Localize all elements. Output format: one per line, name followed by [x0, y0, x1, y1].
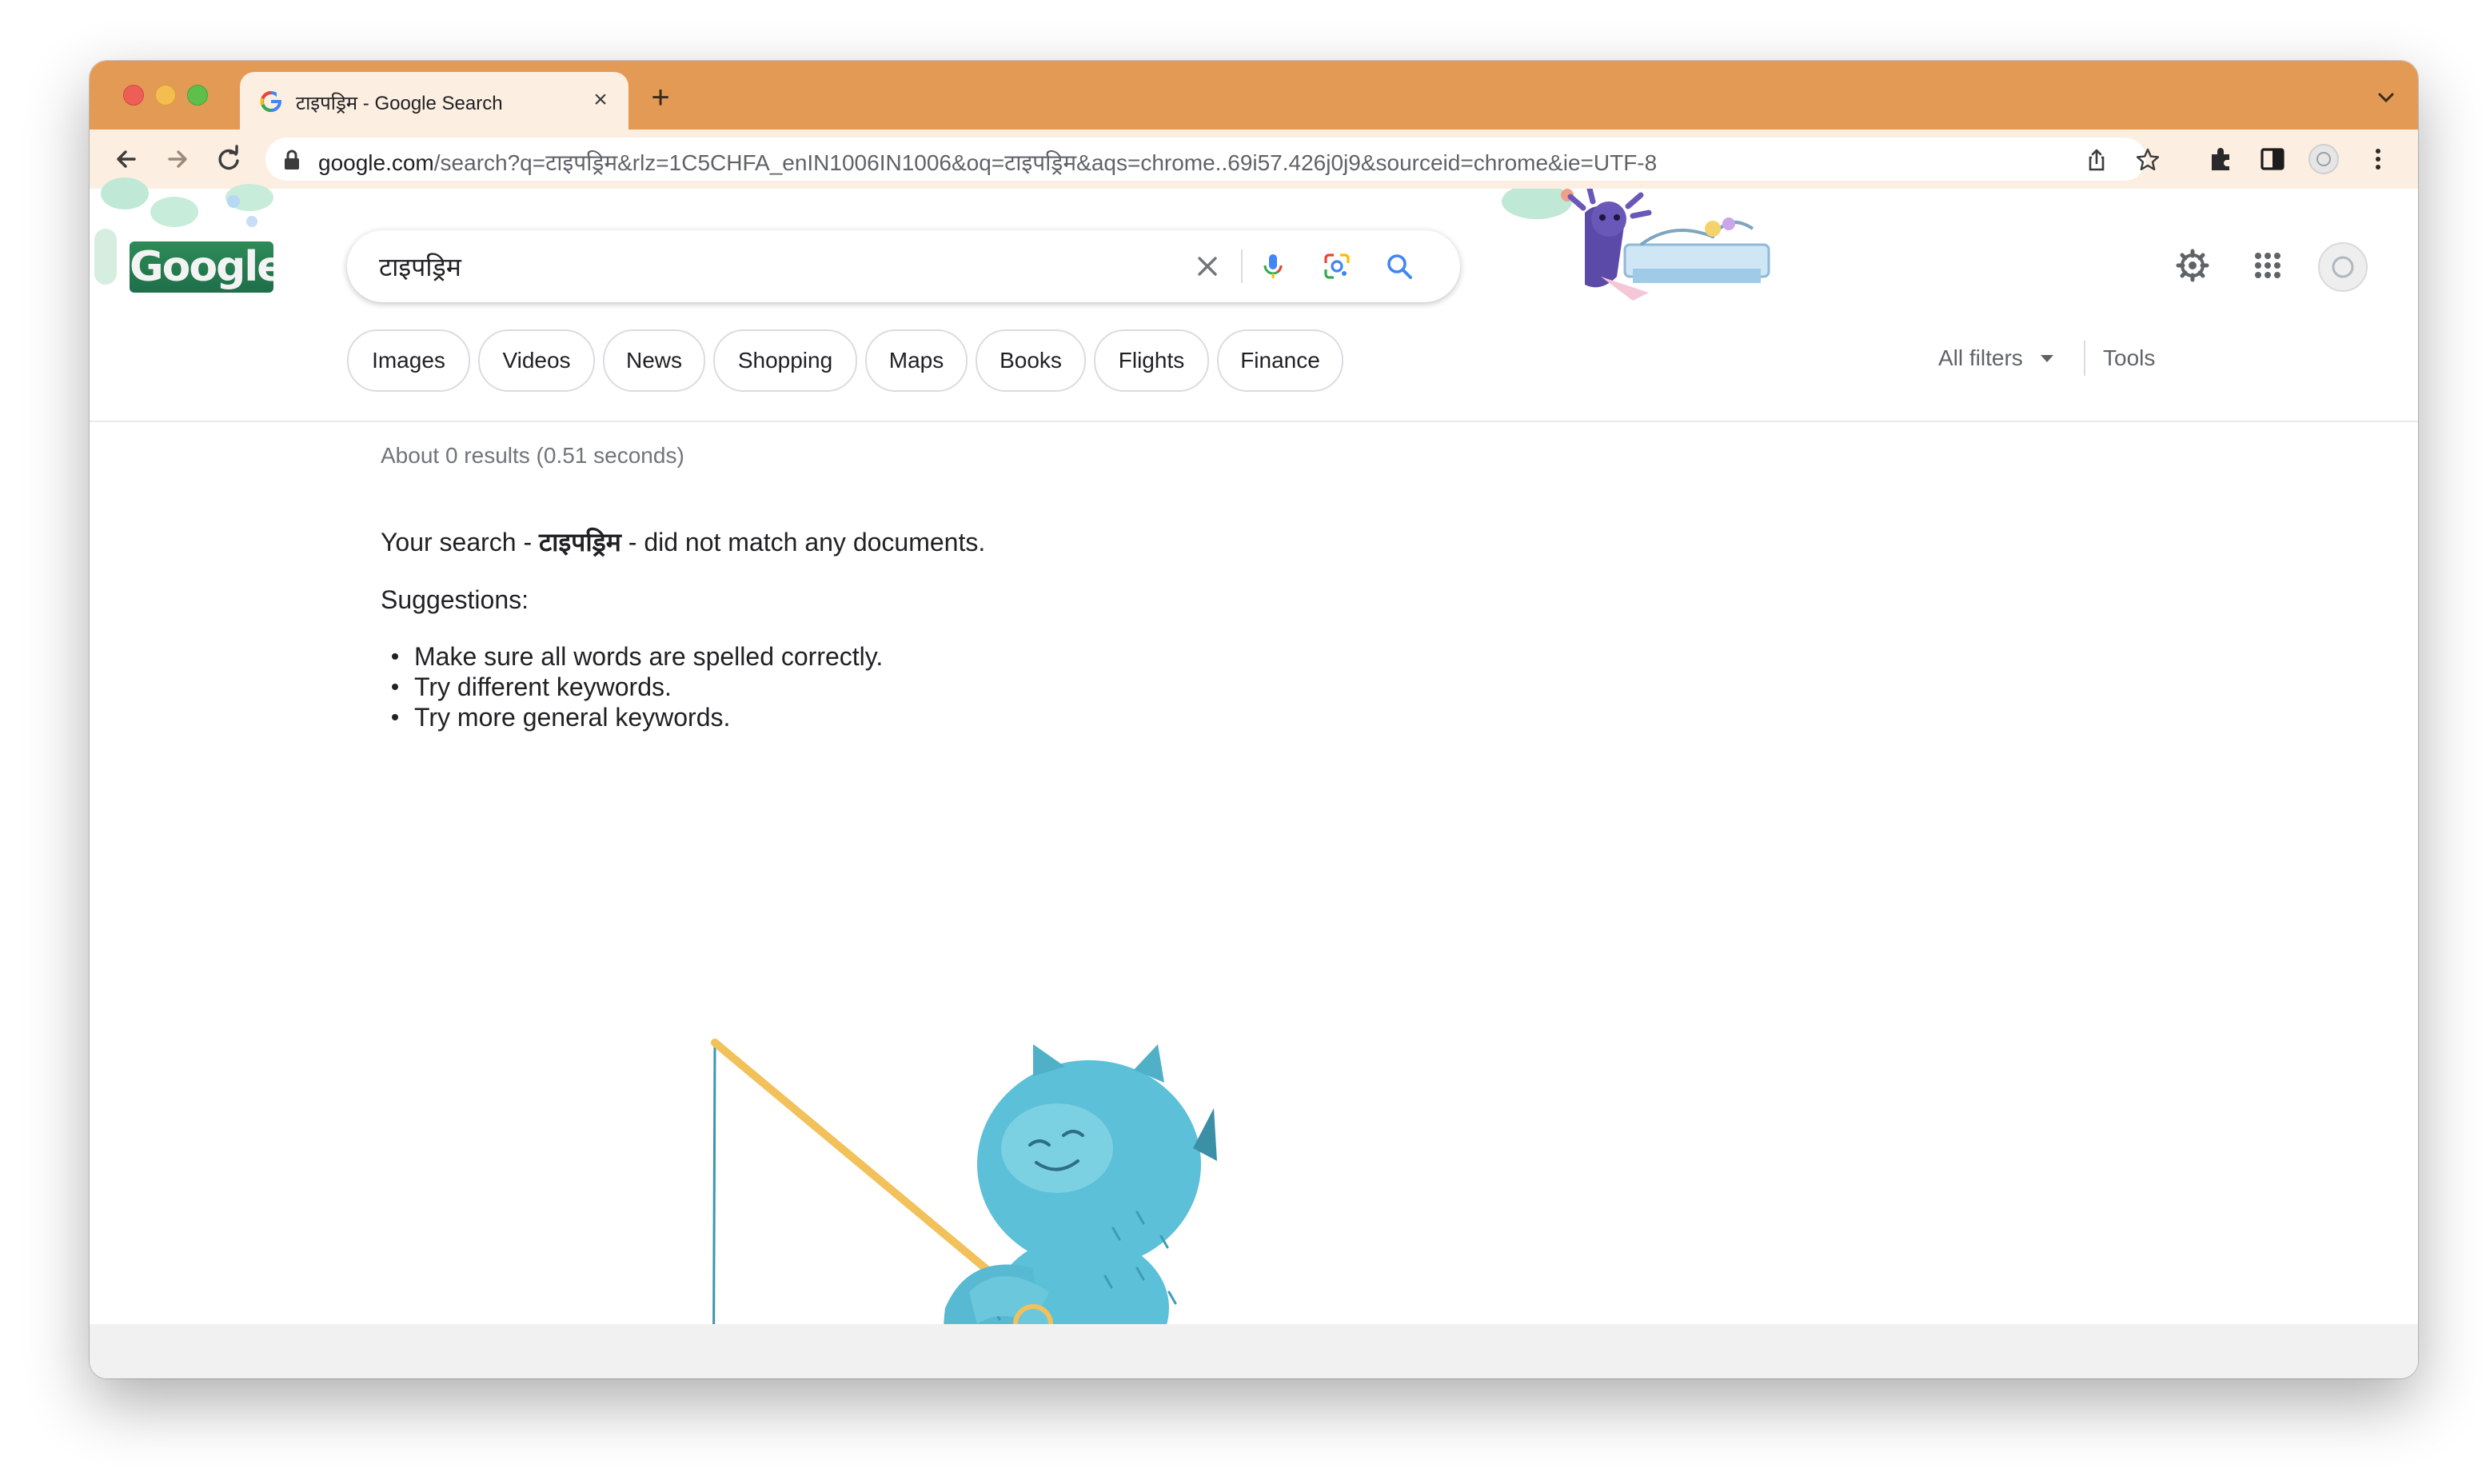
browser-tab-active[interactable]: टाइपड्रिम - Google Search ×	[240, 72, 628, 130]
lens-icon[interactable]	[1321, 250, 1353, 282]
doodle-lilypad-decoration	[150, 197, 198, 227]
sidebar-icon[interactable]	[2257, 143, 2288, 175]
browser-toolbar: google.com/search?q=टाइपड्रिम&rlz=1C5CHF…	[90, 130, 2418, 189]
star-icon[interactable]	[2135, 147, 2161, 173]
doodle-bubble-decoration	[246, 216, 257, 227]
doodle-lilypad-decoration	[101, 178, 149, 209]
tools-button[interactable]: Tools	[2103, 345, 2155, 371]
doodle-lilypad-decoration	[94, 229, 117, 285]
lock-icon[interactable]	[283, 150, 301, 170]
zoom-window-button[interactable]	[187, 85, 208, 106]
search-icon[interactable]	[1383, 250, 1415, 282]
minimize-window-button[interactable]	[155, 85, 176, 106]
search-input[interactable]: टाइपड्रिम	[379, 249, 461, 284]
chip-news[interactable]: News	[603, 329, 705, 392]
kebab-menu-icon[interactable]	[2362, 143, 2394, 175]
chip-shopping[interactable]: Shopping	[713, 329, 857, 392]
forward-icon[interactable]	[162, 143, 194, 175]
no-results-suffix: - did not match any documents.	[620, 528, 986, 556]
url-host: google.com	[318, 150, 434, 175]
google-favicon-icon	[260, 91, 283, 112]
chip-flights[interactable]: Flights	[1094, 329, 1209, 392]
back-icon[interactable]	[110, 143, 142, 175]
tab-close-button[interactable]: ×	[587, 86, 614, 114]
chip-videos[interactable]: Videos	[478, 329, 595, 392]
extensions-icon[interactable]	[2205, 143, 2237, 175]
settings-icon[interactable]	[2173, 246, 2212, 285]
address-bar[interactable]: google.com/search?q=टाइपड्रिम&rlz=1C5CHF…	[265, 138, 2160, 181]
filters-divider	[2084, 341, 2085, 376]
tab-title: टाइपड्रिम - Google Search	[296, 93, 503, 114]
doodle-bubble-decoration	[227, 195, 240, 208]
close-window-button[interactable]	[123, 85, 144, 106]
header-divider	[90, 421, 2418, 422]
tab-strip: टाइपड्रिम - Google Search × +	[90, 61, 2418, 130]
clear-icon[interactable]	[1191, 250, 1223, 282]
account-avatar-icon[interactable]	[2317, 241, 2368, 293]
no-results-prefix: Your search -	[381, 528, 540, 556]
no-results-message: Your search - टाइपड्रिम - did not match …	[381, 525, 985, 559]
tab-search-chevron-icon[interactable]	[2370, 82, 2402, 114]
profile-icon[interactable]	[2308, 143, 2340, 175]
url-path: /search?q=टाइपड्रिम&rlz=1C5CHFA_enIN1006…	[433, 150, 1658, 175]
chip-books[interactable]: Books	[976, 329, 1086, 392]
result-stats: About 0 results (0.51 seconds)	[381, 443, 684, 468]
page-footer	[90, 1324, 2418, 1378]
no-results-term: टाइपड्रिम	[539, 527, 621, 557]
google-doodle-logo[interactable]: Google	[130, 241, 273, 293]
chip-finance[interactable]: Finance	[1217, 329, 1343, 392]
suggestion-item: Try more general keywords.	[381, 702, 883, 732]
search-box[interactable]: टाइपड्रिम	[347, 230, 1460, 302]
fishing-monster-illustration	[711, 1039, 1217, 1378]
caret-down-icon[interactable]	[2041, 355, 2053, 362]
url-text[interactable]: google.com/search?q=टाइपड्रिम&rlz=1C5CHF…	[318, 147, 1657, 178]
suggestion-item: Make sure all words are spelled correctl…	[381, 641, 883, 672]
suggestions-title: Suggestions:	[381, 585, 529, 614]
reload-icon[interactable]	[213, 143, 245, 175]
chip-maps[interactable]: Maps	[865, 329, 968, 392]
doodle-axolotl-illustration	[1502, 189, 1770, 301]
suggestions-list: Make sure all words are spelled correctl…	[381, 641, 883, 732]
new-tab-button[interactable]: +	[643, 80, 678, 115]
apps-grid-icon[interactable]	[2249, 246, 2287, 285]
mic-icon[interactable]	[1257, 250, 1289, 282]
suggestion-item: Try different keywords.	[381, 672, 883, 702]
logo-text: Google	[130, 243, 273, 291]
share-icon[interactable]	[2084, 147, 2109, 173]
searchbox-divider	[1241, 249, 1243, 283]
search-results-page: Google टाइपड्रिम Images Videos News Shop…	[90, 178, 2418, 1378]
all-filters-button[interactable]: All filters	[1938, 345, 2023, 371]
browser-window: टाइपड्रिम - Google Search × + google.com…	[90, 61, 2418, 1378]
chip-images[interactable]: Images	[347, 329, 470, 392]
